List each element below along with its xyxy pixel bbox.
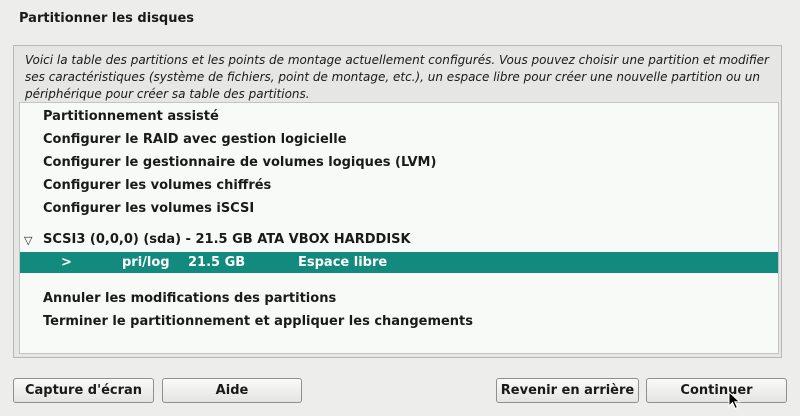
menu-item-raid[interactable]: Configurer le RAID avec gestion logiciel…	[20, 129, 778, 151]
action-undo-changes[interactable]: Annuler les modifications des partitions	[20, 288, 778, 310]
menu-item-label: Configurer le gestionnaire de volumes lo…	[43, 155, 437, 170]
mouse-cursor-icon	[728, 391, 741, 410]
page-title: Partitionner les disques	[19, 11, 195, 26]
continue-button[interactable]: Continuer	[646, 378, 787, 403]
menu-item-iscsi[interactable]: Configurer les volumes iSCSI	[20, 198, 778, 220]
action-label: Annuler les modifications des partitions	[43, 291, 337, 306]
menu-item-guided[interactable]: Partitionnement assisté	[20, 106, 778, 128]
menu-item-label: Configurer les volumes chiffrés	[43, 178, 272, 193]
menu-item-encrypted[interactable]: Configurer les volumes chiffrés	[20, 175, 778, 197]
partition-type: pri/log	[122, 255, 170, 270]
partition-panel: Voici la table des partitions et les poi…	[13, 45, 782, 358]
disk-row[interactable]: ▽ SCSI3 (0,0,0) (sda) - 21.5 GB ATA VBOX…	[20, 229, 778, 251]
partition-usage: Espace libre	[298, 255, 388, 270]
action-label: Terminer le partitionnement et appliquer…	[43, 314, 474, 329]
menu-item-label: Partitionnement assisté	[43, 109, 219, 124]
partition-marker: >	[61, 255, 72, 270]
disk-label: SCSI3 (0,0,0) (sda) - 21.5 GB ATA VBOX H…	[43, 232, 411, 247]
partition-row-free-space[interactable]: > pri/log 21.5 GB Espace libre	[20, 252, 778, 273]
menu-item-label: Configurer les volumes iSCSI	[43, 201, 255, 216]
screenshot-button[interactable]: Capture d'écran	[13, 378, 154, 403]
triangle-down-icon[interactable]: ▽	[24, 230, 32, 252]
partition-list: Partitionnement assisté Configurer le RA…	[19, 102, 779, 354]
menu-item-label: Configurer le RAID avec gestion logiciel…	[43, 132, 347, 147]
action-finish-partitioning[interactable]: Terminer le partitionnement et appliquer…	[20, 311, 778, 333]
help-button[interactable]: Aide	[162, 378, 302, 403]
back-button[interactable]: Revenir en arrière	[496, 378, 639, 403]
description-text: Voici la table des partitions et les poi…	[25, 53, 769, 101]
partition-size: 21.5 GB	[188, 255, 246, 270]
menu-item-lvm[interactable]: Configurer le gestionnaire de volumes lo…	[20, 152, 778, 174]
